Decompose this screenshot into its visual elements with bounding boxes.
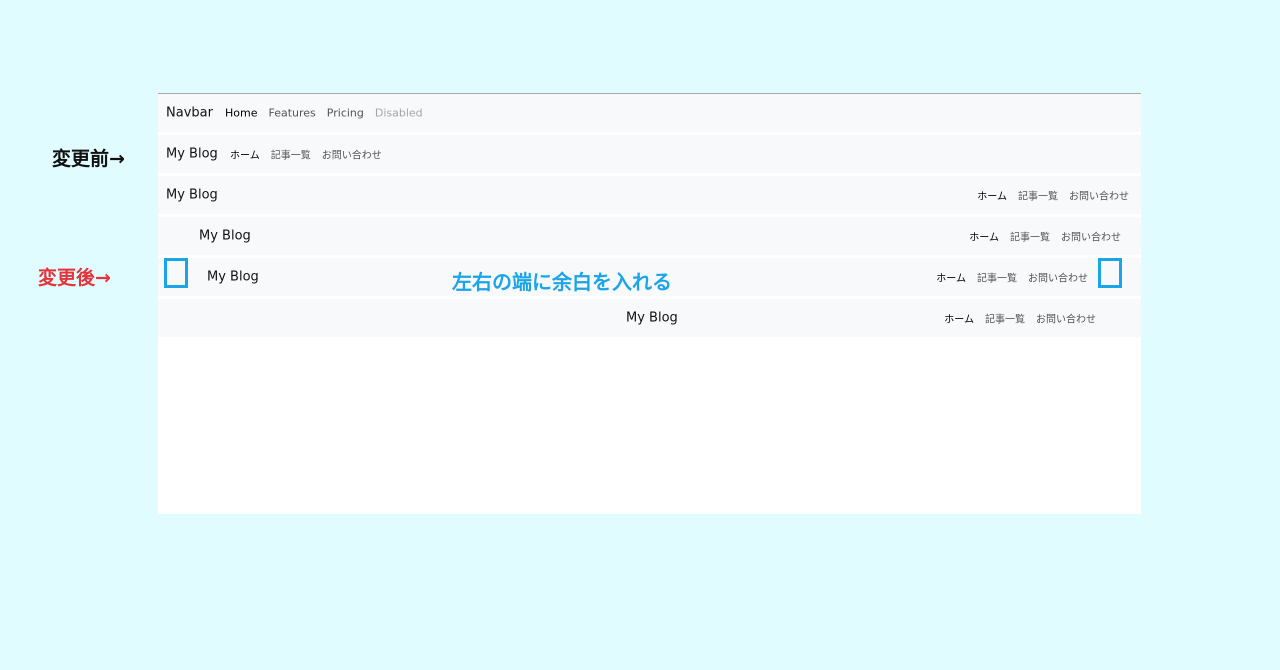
nav-link-articles[interactable]: 記事一覧 bbox=[977, 270, 1017, 285]
nav-link-home[interactable]: ホーム bbox=[230, 147, 260, 162]
nav-link-contact[interactable]: お問い合わせ bbox=[322, 147, 382, 162]
nav-link-home[interactable]: Home bbox=[225, 107, 257, 120]
right-margin-highlight bbox=[1098, 258, 1122, 288]
nav-link-disabled: Disabled bbox=[374, 106, 423, 120]
annotation-after: 変更後→ bbox=[38, 267, 111, 289]
nav-link-home[interactable]: ホーム bbox=[944, 311, 974, 326]
blog-links: ホーム 記事一覧 お問い合わせ bbox=[969, 229, 1121, 244]
nav-link-contact[interactable]: お問い合わせ bbox=[1036, 311, 1096, 326]
blog-brand[interactable]: My Blog bbox=[207, 270, 259, 285]
nav-link-features[interactable]: Features bbox=[268, 107, 315, 120]
nav-link-contact[interactable]: お問い合わせ bbox=[1028, 270, 1088, 285]
nav-link-home[interactable]: ホーム bbox=[977, 188, 1007, 203]
blog-brand[interactable]: My Blog bbox=[166, 147, 218, 162]
blog-navbar-container: My Blog ホーム 記事一覧 お問い合わせ bbox=[158, 217, 1141, 255]
navbar-demo: Navbar Home Features Pricing Disabled bbox=[158, 94, 1141, 132]
nav-link-contact[interactable]: お問い合わせ bbox=[1069, 188, 1129, 203]
blog-brand[interactable]: My Blog bbox=[166, 188, 218, 203]
nav-link-articles[interactable]: 記事一覧 bbox=[271, 147, 311, 162]
nav-link-pricing[interactable]: Pricing bbox=[327, 107, 364, 120]
blog-navbar-before: My Blog ホーム 記事一覧 お問い合わせ bbox=[158, 135, 1141, 173]
blog-navbar-right-aligned: My Blog ホーム 記事一覧 お問い合わせ bbox=[158, 176, 1141, 214]
blog-navbar-centered: My Blog ホーム 記事一覧 お問い合わせ bbox=[158, 299, 1141, 337]
nav-link-contact[interactable]: お問い合わせ bbox=[1061, 229, 1121, 244]
blog-links: ホーム 記事一覧 お問い合わせ bbox=[230, 147, 382, 162]
nav-link-home[interactable]: ホーム bbox=[936, 270, 966, 285]
blog-links: ホーム 記事一覧 お問い合わせ bbox=[977, 188, 1129, 203]
blog-links: ホーム 記事一覧 お問い合わせ bbox=[936, 270, 1088, 285]
blog-brand[interactable]: My Blog bbox=[199, 229, 251, 244]
navbar-links: Home Features Pricing Disabled bbox=[225, 107, 423, 120]
left-margin-highlight bbox=[164, 258, 188, 288]
blog-brand[interactable]: My Blog bbox=[626, 311, 678, 326]
browser-preview: Navbar Home Features Pricing Disabled My… bbox=[158, 93, 1141, 514]
blog-links: ホーム 記事一覧 お問い合わせ bbox=[944, 311, 1096, 326]
nav-link-home[interactable]: ホーム bbox=[969, 229, 999, 244]
nav-link-articles[interactable]: 記事一覧 bbox=[1018, 188, 1058, 203]
annotation-before: 変更前→ bbox=[52, 148, 125, 170]
navbar-brand[interactable]: Navbar bbox=[166, 106, 213, 121]
margin-annotation: 左右の端に余白を入れる bbox=[452, 270, 672, 294]
nav-link-articles[interactable]: 記事一覧 bbox=[985, 311, 1025, 326]
nav-link-articles[interactable]: 記事一覧 bbox=[1010, 229, 1050, 244]
